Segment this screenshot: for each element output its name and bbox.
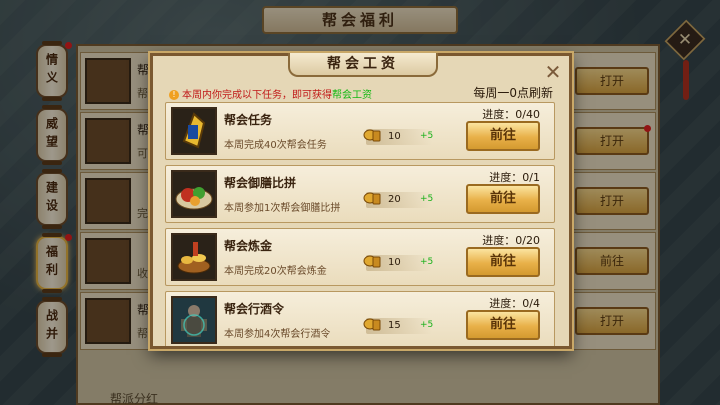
task-row: 帮会御膳比拼 本周参加1次帮会御膳比拼 20 +5 进度：0/1 前往	[165, 165, 555, 223]
task-desc: 本周完成40次帮会任务	[224, 140, 327, 151]
go-button[interactable]: 前往	[466, 310, 540, 340]
go-button[interactable]: 前往	[466, 247, 540, 277]
notice-prefix: 本周内你完成以下任务，即可获得	[182, 90, 332, 101]
go-button[interactable]: 前往	[466, 184, 540, 214]
coin-icon	[363, 255, 381, 268]
task-progress: 进度：0/1	[489, 171, 540, 184]
feast-icon	[171, 170, 217, 218]
notice-text: ! 本周内你完成以下任务，即可获得帮会工资	[169, 86, 372, 101]
reward-bonus: +5	[420, 257, 434, 267]
alchemy-icon	[171, 233, 217, 281]
reward-bonus: +5	[420, 194, 434, 204]
reward-bonus: +5	[420, 131, 434, 141]
coin-icon	[363, 318, 381, 331]
reward-bonus: +5	[420, 320, 434, 330]
drinking-icon	[171, 296, 217, 344]
token-icon	[171, 107, 217, 155]
refresh-note: 每周一0点刷新	[473, 86, 553, 100]
coin-icon	[363, 192, 381, 205]
task-progress: 进度：0/20	[482, 234, 540, 247]
task-name: 帮会行酒令	[224, 302, 285, 316]
task-progress: 进度：0/4	[489, 297, 540, 310]
reward-amount: 15	[388, 320, 401, 331]
task-desc: 本周参加4次帮会行酒令	[224, 329, 331, 340]
task-row: 帮会炼金 本周完成20次帮会炼金 10 +5 进度：0/20 前往	[165, 228, 555, 286]
reward-amount: 20	[388, 194, 401, 205]
notice-highlight: 帮会工资	[332, 90, 372, 101]
dialog-title: 帮会工资	[288, 53, 438, 77]
reward-amount: 10	[388, 257, 401, 268]
task-name: 帮会御膳比拼	[224, 176, 297, 190]
guild-salary-dialog: 帮会工资 ✕ ! 本周内你完成以下任务，即可获得帮会工资 每周一0点刷新 帮会任务…	[150, 53, 572, 349]
exclamation-icon: !	[169, 90, 179, 100]
task-name: 帮会炼金	[224, 239, 273, 253]
task-row: 帮会行酒令 本周参加4次帮会行酒令 15 +5 进度：0/4 前往	[165, 291, 555, 346]
coin-icon	[363, 129, 381, 142]
dialog-close-icon[interactable]: ✕	[543, 62, 563, 82]
go-button[interactable]: 前往	[466, 121, 540, 151]
task-progress: 进度：0/40	[482, 108, 540, 121]
task-name: 帮会任务	[224, 113, 273, 127]
task-row: 帮会任务 本周完成40次帮会任务 10 +5 进度：0/40 前往	[165, 102, 555, 160]
reward-amount: 10	[388, 131, 401, 142]
task-list[interactable]: 帮会任务 本周完成40次帮会任务 10 +5 进度：0/40 前往 帮会御膳比拼…	[153, 102, 569, 346]
task-desc: 本周参加1次帮会御膳比拼	[224, 203, 341, 214]
task-desc: 本周完成20次帮会炼金	[224, 266, 327, 277]
